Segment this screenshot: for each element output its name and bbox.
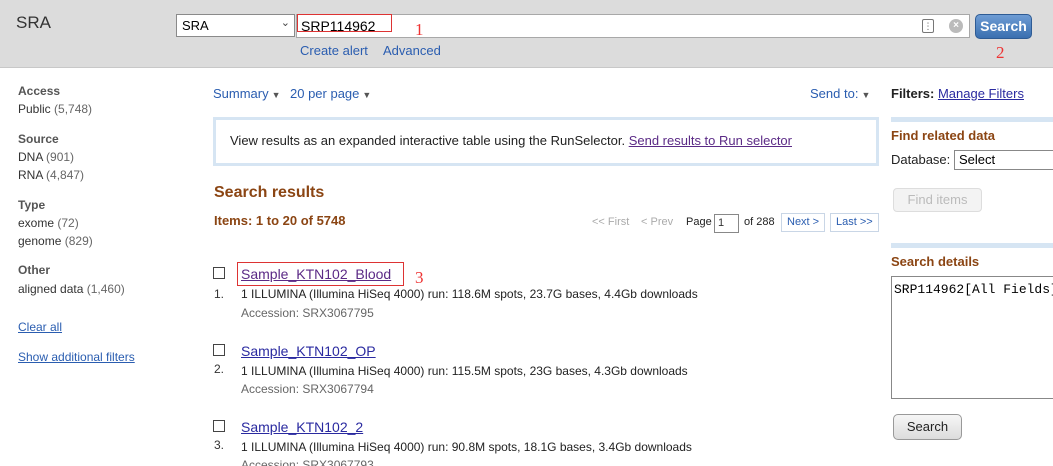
show-additional-filters-link[interactable]: Show additional filters — [18, 350, 135, 364]
annotation-number-1: 1 — [415, 20, 424, 39]
send-to-dropdown[interactable]: Send to: ▼ — [810, 86, 870, 101]
page-number-input[interactable]: 1 — [714, 214, 739, 233]
search-results-heading: Search results — [214, 184, 325, 201]
pager-last-button[interactable]: Last >> — [830, 213, 879, 232]
per-page-dropdown[interactable]: 20 per page ▼ — [290, 86, 371, 101]
find-items-button: Find items — [893, 188, 982, 212]
facet-heading-access: Access — [18, 84, 61, 98]
header-bar: SRA SRA ⌄ SRP114962 ⋮ × Search Create al… — [0, 0, 1053, 68]
facet-item-dna[interactable]: DNA (901) — [18, 150, 74, 164]
facet-item-aligned-data[interactable]: aligned data (1,460) — [18, 282, 125, 296]
caret-down-icon: ▼ — [271, 90, 281, 100]
facet-heading-source: Source — [18, 132, 59, 146]
search-input[interactable]: SRP114962 ⋮ × — [296, 14, 970, 38]
pager-first: << First — [592, 216, 630, 228]
facet-heading-type: Type — [18, 198, 46, 212]
send-to-run-selector-link[interactable]: Send results to Run selector — [629, 133, 792, 148]
annotation-number-3: 3 — [415, 268, 424, 287]
database-label: Database: — [891, 152, 951, 167]
result-description: 1 ILLUMINA (Illumina HiSeq 4000) run: 11… — [241, 287, 698, 301]
search-details-heading: Search details — [891, 254, 980, 269]
caret-down-icon: ▼ — [362, 90, 372, 100]
related-database-select[interactable]: Select — [954, 150, 1053, 170]
search-details-button[interactable]: Search — [893, 414, 962, 440]
annotation-number-2: 2 — [996, 43, 1005, 62]
caret-down-icon: ▼ — [861, 90, 871, 100]
result-description: 1 ILLUMINA (Illumina HiSeq 4000) run: 11… — [241, 364, 688, 378]
result-title-link[interactable]: Sample_KTN102_2 — [241, 419, 363, 435]
portlet-divider — [891, 243, 1053, 248]
result-title-link[interactable]: Sample_KTN102_Blood — [241, 266, 391, 282]
result-number: 2. — [214, 362, 225, 376]
result-accession: Accession: SRX3067795 — [241, 306, 374, 320]
info-text: View results as an expanded interactive … — [230, 133, 792, 148]
database-select-value: SRA — [182, 18, 209, 33]
result-number: 1. — [214, 287, 225, 301]
chevron-down-icon: ⌄ — [280, 17, 290, 29]
portlet-divider — [891, 117, 1053, 122]
find-related-data-heading: Find related data — [891, 128, 996, 143]
result-accession: Accession: SRX3067793 — [241, 458, 374, 466]
result-title-link[interactable]: Sample_KTN102_OP — [241, 343, 376, 359]
filters-label: Filters: Manage Filters — [891, 86, 1024, 101]
facet-heading-other: Other — [18, 263, 51, 277]
database-select[interactable]: SRA ⌄ — [176, 14, 295, 37]
facet-item-exome[interactable]: exome (72) — [18, 216, 79, 230]
search-details-textarea[interactable]: SRP114962[All Fields] — [891, 276, 1053, 399]
facet-item-public[interactable]: Public (5,748) — [18, 102, 92, 116]
result-checkbox[interactable] — [213, 344, 225, 356]
facet-item-rna[interactable]: RNA (4,847) — [18, 168, 84, 182]
pager-total: of 288 — [744, 216, 775, 228]
runselector-info-box: View results as an expanded interactive … — [213, 117, 879, 166]
result-accession: Accession: SRX3067794 — [241, 382, 374, 396]
result-description: 1 ILLUMINA (Illumina HiSeq 4000) run: 90… — [241, 440, 692, 454]
summary-dropdown[interactable]: Summary ▼ — [213, 86, 281, 101]
result-checkbox[interactable] — [213, 267, 225, 279]
keyboard-icon[interactable]: ⋮ — [922, 19, 934, 33]
clear-icon[interactable]: × — [949, 19, 963, 33]
create-alert-link[interactable]: Create alert — [300, 43, 368, 58]
pager-page-label: Page — [686, 216, 712, 228]
items-count: Items: 1 to 20 of 5748 — [214, 213, 346, 228]
advanced-link[interactable]: Advanced — [383, 43, 441, 58]
result-checkbox[interactable] — [213, 420, 225, 432]
pager-next-button[interactable]: Next > — [781, 213, 826, 232]
facet-item-genome[interactable]: genome (829) — [18, 234, 93, 248]
pager-prev: < Prev — [641, 216, 674, 228]
clear-all-link[interactable]: Clear all — [18, 320, 62, 334]
search-button[interactable]: Search — [975, 14, 1032, 39]
manage-filters-link[interactable]: Manage Filters — [938, 86, 1024, 101]
result-number: 3. — [214, 438, 225, 452]
annotation-box-1 — [297, 14, 392, 32]
app-title[interactable]: SRA — [16, 13, 51, 33]
